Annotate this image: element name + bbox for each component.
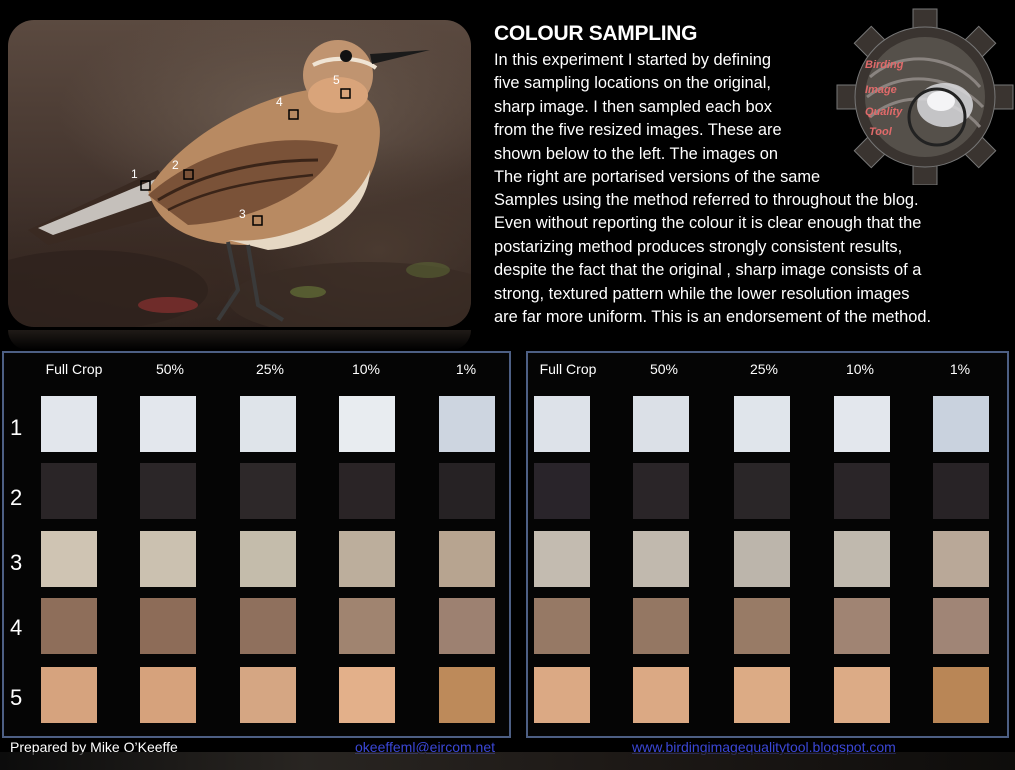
- marker-label-1: 1: [131, 167, 138, 181]
- description-line: Samples using the method referred to thr…: [494, 191, 919, 209]
- original-swatch-r2-c3: [240, 463, 296, 519]
- column-header-25: 25%: [255, 361, 285, 377]
- column-header-1: 1%: [455, 361, 477, 377]
- original-swatch-r4-c3: [240, 598, 296, 654]
- original-swatch-r4-c2: [140, 598, 196, 654]
- bird-photo: 1 2 3 4 5: [8, 20, 471, 327]
- original-swatch-r5-c5: [439, 667, 495, 723]
- original-swatch-r4-c5: [439, 598, 495, 654]
- original-swatch-r5-c2: [140, 667, 196, 723]
- original-swatch-r5-c4: [339, 667, 395, 723]
- posterized-swatch-r4-c3: [734, 598, 790, 654]
- description-line: despite the fact that the original , sha…: [494, 261, 922, 280]
- gear-icon: Birding Image Quality Tool: [836, 8, 1014, 186]
- description-wide: Samples using the method referred to thr…: [494, 189, 999, 329]
- bottom-photo-strip: [0, 752, 1015, 770]
- original-swatch-r1-c2: [140, 396, 196, 452]
- original-swatch-r5-c3: [240, 667, 296, 723]
- posterized-swatch-r1-c3: [734, 396, 790, 452]
- original-swatch-r1-c5: [439, 396, 495, 452]
- column-header-10: 10%: [845, 361, 875, 377]
- logo-text-line3: Quality: [865, 106, 903, 118]
- original-swatch-r5-c1: [41, 667, 97, 723]
- marker-label-5: 5: [333, 73, 340, 87]
- posterized-swatch-r2-c1: [534, 463, 590, 519]
- description-line: Even without reporting the colour it is …: [494, 214, 922, 233]
- column-header-25: 25%: [749, 361, 779, 377]
- posterized-swatch-r5-c3: [734, 667, 790, 723]
- posterized-swatch-r4-c1: [534, 598, 590, 654]
- marker-label-3: 3: [239, 207, 246, 221]
- description-narrow: In this experiment I started by defining…: [494, 49, 839, 189]
- description-line: The right are portarised versions of the…: [494, 168, 821, 187]
- original-swatch-r4-c1: [41, 598, 97, 654]
- description-line: are far more uniform. This is an endorse…: [494, 308, 931, 327]
- original-swatch-r2-c1: [41, 463, 97, 519]
- page-title: COLOUR SAMPLING: [494, 22, 698, 45]
- row-label-3: 3: [10, 550, 23, 575]
- original-swatch-r3-c2: [140, 531, 196, 587]
- description-line: strong, textured pattern while the lower…: [494, 284, 910, 303]
- original-swatch-r1-c1: [41, 396, 97, 452]
- column-header-1: 1%: [949, 361, 971, 377]
- posterized-swatch-r2-c2: [633, 463, 689, 519]
- row-label-4: 4: [10, 615, 23, 640]
- original-swatch-r4-c4: [339, 598, 395, 654]
- column-header-50: 50%: [649, 361, 679, 377]
- column-header-50: 50%: [155, 361, 185, 377]
- posterized-swatch-r5-c5: [933, 667, 989, 723]
- posterized-swatch-r5-c1: [534, 667, 590, 723]
- posterized-swatch-r4-c4: [834, 598, 890, 654]
- original-swatch-r3-c5: [439, 531, 495, 587]
- description-line: five sampling locations on the original,: [494, 74, 771, 93]
- posterized-swatch-r3-c2: [633, 531, 689, 587]
- original-swatch-r1-c4: [339, 396, 395, 452]
- original-swatch-r3-c4: [339, 531, 395, 587]
- posterized-swatch-r5-c4: [834, 667, 890, 723]
- posterized-samples-panel: Full Crop 50% 25% 10% 1%: [526, 351, 1009, 738]
- posterized-swatch-r1-c4: [834, 396, 890, 452]
- logo-text-line4: Tool: [869, 126, 893, 138]
- marker-label-2: 2: [172, 158, 179, 172]
- logo-text-line1: Birding: [865, 59, 904, 71]
- description-line: from the five resized images. These are: [494, 121, 782, 140]
- posterized-swatch-r2-c5: [933, 463, 989, 519]
- posterized-swatch-r2-c3: [734, 463, 790, 519]
- posterized-swatch-r5-c2: [633, 667, 689, 723]
- posterized-swatch-r1-c5: [933, 396, 989, 452]
- column-header-10: 10%: [351, 361, 381, 377]
- bird-illustration: 1 2 3 4 5: [8, 40, 471, 327]
- row-label-1: 1: [10, 415, 23, 440]
- logo-text-line2: Image: [865, 84, 897, 96]
- description-line: shown below to the left. The images on: [494, 144, 778, 163]
- original-swatch-r2-c2: [140, 463, 196, 519]
- posterized-swatch-r1-c2: [633, 396, 689, 452]
- original-swatch-r3-c1: [41, 531, 97, 587]
- posterized-swatch-r1-c1: [534, 396, 590, 452]
- posterized-swatch-r3-c4: [834, 531, 890, 587]
- original-samples-panel: Full Crop 50% 25% 10% 1% 1 2 3 4 5: [2, 351, 511, 738]
- original-swatch-r2-c5: [439, 463, 495, 519]
- original-swatch-r2-c4: [339, 463, 395, 519]
- marker-label-4: 4: [276, 95, 283, 109]
- posterized-swatch-r4-c2: [633, 598, 689, 654]
- posterized-swatch-r3-c1: [534, 531, 590, 587]
- posterized-swatch-r2-c4: [834, 463, 890, 519]
- photo-reflection: [8, 330, 471, 350]
- column-header-full-crop: Full Crop: [539, 361, 597, 377]
- row-label-5: 5: [10, 685, 23, 710]
- original-swatch-r3-c3: [240, 531, 296, 587]
- gear-logo: Birding Image Quality Tool: [835, 5, 1015, 186]
- row-label-2: 2: [10, 485, 23, 510]
- posterized-swatch-r4-c5: [933, 598, 989, 654]
- posterized-swatch-r3-c5: [933, 531, 989, 587]
- description-line: postarizing method produces strongly con…: [494, 237, 903, 256]
- original-swatch-r1-c3: [240, 396, 296, 452]
- description-line: In this experiment I started by defining: [494, 51, 771, 69]
- column-header-full-crop: Full Crop: [45, 361, 103, 377]
- description-line: sharp image. I then sampled each box: [494, 97, 772, 116]
- posterized-swatch-r3-c3: [734, 531, 790, 587]
